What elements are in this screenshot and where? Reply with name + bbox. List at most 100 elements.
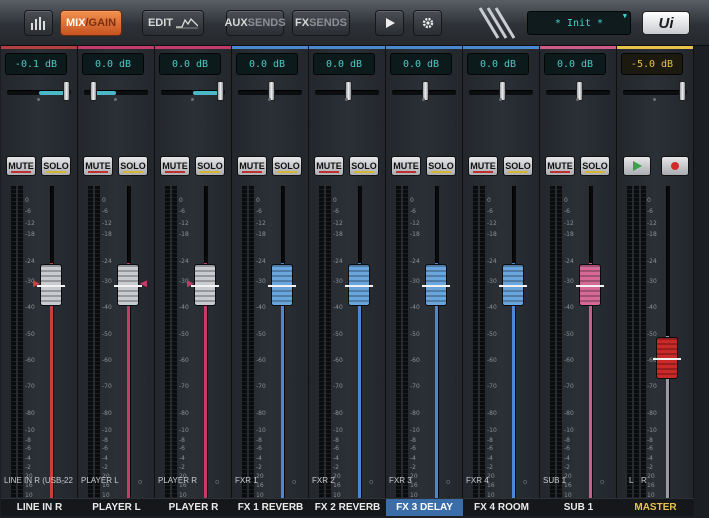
mute-button[interactable]: MUTE <box>314 156 344 176</box>
fader-cap[interactable] <box>576 264 604 307</box>
channel-strip: -0.1 dB MUTE SOLO 0 -6 -12 -18 -24 -30 -40 -50 -60-… <box>1 46 78 518</box>
level-readout[interactable]: 0.0 dB <box>467 53 529 75</box>
channel-name-label[interactable]: FX 2 REVERB <box>309 498 386 516</box>
fader-cap-line <box>37 285 65 288</box>
meter-tick: -2 <box>256 464 262 472</box>
master-play-button[interactable] <box>623 156 651 176</box>
pan-slider-track[interactable] <box>161 90 225 95</box>
meter-tick: -70 <box>333 383 343 391</box>
pan-knob[interactable] <box>90 81 97 101</box>
aux-label: AUX <box>224 17 248 29</box>
meter-tick: -50 <box>410 330 420 338</box>
link-icon: o <box>61 478 66 486</box>
mute-button[interactable]: MUTE <box>237 156 267 176</box>
mute-button[interactable]: MUTE <box>545 156 575 176</box>
channel-name-label[interactable]: SUB 1 <box>540 498 617 516</box>
ui-logo-button[interactable]: Ui <box>642 11 690 35</box>
meter-tick: -18 <box>102 231 112 239</box>
level-readout[interactable]: -0.1 dB <box>5 53 67 75</box>
fader-cap[interactable] <box>37 264 65 307</box>
right-meter <box>249 186 254 516</box>
meter-tick: -6 <box>179 445 185 453</box>
fx-sends-button[interactable]: FX SENDS <box>292 10 350 36</box>
channel-name-label[interactable]: FX 3 DELAY <box>386 498 463 516</box>
meter-tick: -80 <box>179 409 189 417</box>
mute-button[interactable]: MUTE <box>160 156 190 176</box>
level-value: -0.1 dB <box>14 58 58 70</box>
meter-tick: -12 <box>333 219 343 227</box>
link-icon: o <box>369 478 374 486</box>
master-record-button[interactable] <box>661 156 689 176</box>
solo-button[interactable]: SOLO <box>41 156 71 176</box>
fader-cap[interactable] <box>653 337 681 379</box>
solo-indicator <box>277 171 297 173</box>
meter-tick: -6 <box>102 445 108 453</box>
mix-gain-button[interactable]: MIX/GAIN <box>60 10 122 36</box>
channel-name-label[interactable]: LINE IN R <box>1 498 78 516</box>
pan-slider-track[interactable] <box>7 90 71 95</box>
right-meter <box>557 186 562 516</box>
aux-sends-button[interactable]: AUX SENDS <box>224 10 286 36</box>
solo-button[interactable]: SOLO <box>272 156 302 176</box>
fader-cap[interactable] <box>345 264 373 307</box>
master-right-label: R <box>641 476 647 485</box>
fader-cap[interactable] <box>191 264 219 307</box>
channel-name-label[interactable]: PLAYER R <box>155 498 232 516</box>
solo-button[interactable]: SOLO <box>503 156 533 176</box>
solo-button[interactable]: SOLO <box>195 156 225 176</box>
play-button[interactable] <box>375 10 404 36</box>
solo-button[interactable]: SOLO <box>349 156 379 176</box>
meter-tick: -8 <box>647 437 653 445</box>
mixer-view-button[interactable] <box>24 10 53 36</box>
level-readout[interactable]: 0.0 dB <box>159 53 221 75</box>
meter-tick: 0 <box>487 197 491 205</box>
preset-selector[interactable]: * Init * ▼ <box>527 11 631 35</box>
meter-tick: -6 <box>256 445 262 453</box>
source-label: FXR 2 <box>312 476 335 485</box>
level-value: 0.0 dB <box>94 58 132 70</box>
fader-cap[interactable] <box>499 264 527 307</box>
mute-button[interactable]: MUTE <box>391 156 421 176</box>
channel-name-label[interactable]: FX 4 ROOM <box>463 498 540 516</box>
solo-indicator <box>585 171 605 173</box>
level-readout[interactable]: 0.0 dB <box>313 53 375 75</box>
meter-tick: -60 <box>102 356 112 364</box>
master-strip: -5.0 dB 0 -6 -12 -18 -24 -30 -40 -50 -60 -70 -80 -10… <box>617 46 694 518</box>
fader-cap[interactable] <box>114 264 142 307</box>
pan-slider-track[interactable] <box>623 90 687 95</box>
solo-button[interactable]: SOLO <box>580 156 610 176</box>
mute-indicator <box>396 171 416 173</box>
meter-tick: -12 <box>179 219 189 227</box>
solo-label: SOLO <box>351 161 377 171</box>
level-readout[interactable]: -5.0 dB <box>621 53 683 75</box>
meter-tick: -50 <box>256 330 266 338</box>
pan-knob[interactable] <box>679 81 686 101</box>
settings-button[interactable] <box>413 10 442 36</box>
mute-button[interactable]: MUTE <box>468 156 498 176</box>
solo-indicator <box>508 171 528 173</box>
meter-tick: -50 <box>564 330 574 338</box>
meter-tick: 0 <box>564 197 568 205</box>
meter-tick: -24 <box>25 257 35 265</box>
master-name-label[interactable]: MASTER <box>617 498 694 516</box>
solo-button[interactable]: SOLO <box>426 156 456 176</box>
mute-button[interactable]: MUTE <box>83 156 113 176</box>
level-readout[interactable]: 0.0 dB <box>236 53 298 75</box>
eq-curve-icon <box>176 17 199 29</box>
level-readout[interactable]: 0.0 dB <box>390 53 452 75</box>
meter-tick: -80 <box>256 409 266 417</box>
level-readout[interactable]: 0.0 dB <box>544 53 606 75</box>
level-readout[interactable]: 0.0 dB <box>82 53 144 75</box>
fader-cap[interactable] <box>268 264 296 307</box>
mute-indicator <box>473 171 493 173</box>
channel-name-label[interactable]: PLAYER L <box>78 498 155 516</box>
pan-knob[interactable] <box>63 81 70 101</box>
pan-knob[interactable] <box>217 81 224 101</box>
edit-button[interactable]: EDIT <box>142 10 204 36</box>
channel-name: FX 2 REVERB <box>314 502 381 513</box>
solo-button[interactable]: SOLO <box>118 156 148 176</box>
fader-cap[interactable] <box>422 264 450 307</box>
pan-center-dot <box>191 98 194 101</box>
mute-button[interactable]: MUTE <box>6 156 36 176</box>
channel-name-label[interactable]: FX 1 REVERB <box>232 498 309 516</box>
